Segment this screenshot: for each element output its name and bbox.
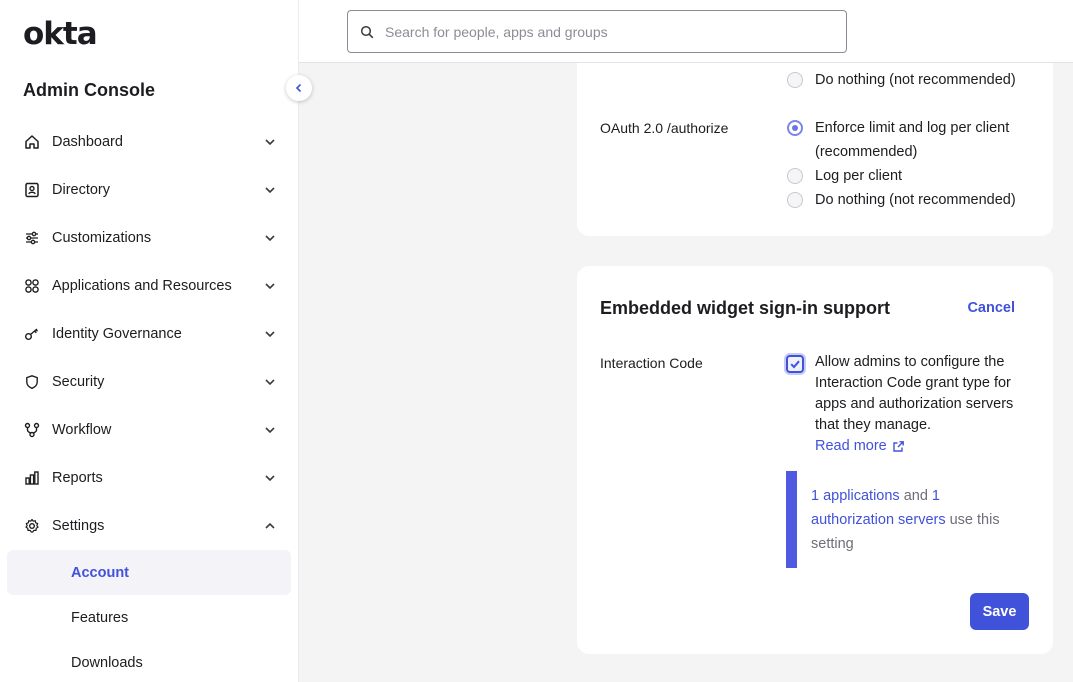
cancel-button[interactable]: Cancel (967, 300, 1015, 316)
chevron-down-icon (263, 471, 277, 485)
oauth-authorize-label: OAuth 2.0 /authorize (600, 120, 729, 136)
sidebar-item-applications[interactable]: Applications and Resources (23, 272, 277, 300)
do-nothing-radio-top[interactable] (787, 72, 803, 88)
checkmark-icon (789, 358, 801, 370)
log-per-client-option: Log per client (815, 168, 903, 184)
sidebar-item-label: Customizations (52, 230, 152, 246)
chevron-down-icon (263, 231, 277, 245)
search-icon (359, 24, 375, 40)
chevron-down-icon (263, 279, 277, 293)
okta-logo[interactable]: okta (23, 16, 98, 52)
console-title: Admin Console (23, 80, 156, 100)
save-button[interactable]: Save (970, 593, 1029, 630)
sidebar-item-reports[interactable]: Reports (23, 464, 277, 492)
info-accent-bar (786, 471, 797, 568)
do-nothing-radio[interactable] (787, 192, 803, 208)
sidebar-item-identity-governance[interactable]: Identity Governance (23, 320, 277, 348)
apps-grid-icon (23, 277, 41, 295)
sidebar-item-label: Settings (52, 518, 105, 534)
sidebar-item-label: Workflow (52, 422, 112, 438)
collapse-sidebar-button[interactable] (286, 75, 312, 101)
sidebar-item-settings[interactable]: Settings (23, 512, 277, 540)
sidebar: okta Admin Console Dashboard Directory C… (0, 0, 299, 682)
read-more-label: Read more (815, 438, 887, 454)
interaction-code-label: Interaction Code (600, 355, 703, 371)
interaction-code-checkbox[interactable] (786, 355, 804, 373)
bar-chart-icon (23, 469, 41, 487)
read-more-link[interactable]: Read more (815, 438, 905, 454)
chevron-down-icon (263, 327, 277, 341)
home-icon (23, 133, 41, 151)
sidebar-item-workflow[interactable]: Workflow (23, 416, 277, 444)
enforce-limit-option: Enforce limit and log per client (recomm… (815, 120, 1010, 160)
search-box[interactable] (347, 10, 847, 53)
chevron-down-icon (263, 183, 277, 197)
chevron-left-icon (293, 82, 305, 94)
directory-icon (23, 181, 41, 199)
sidebar-item-label: Dashboard (52, 134, 123, 150)
embedded-widget-card: Embedded widget sign-in support Cancel I… (577, 266, 1053, 654)
sidebar-subitem-account[interactable]: Account (7, 550, 291, 595)
workflow-icon (23, 421, 41, 439)
sliders-icon (23, 229, 41, 247)
enforce-limit-radio[interactable] (787, 120, 803, 136)
do-nothing-option: Do nothing (not recommended) (815, 192, 1016, 208)
chevron-up-icon (263, 519, 277, 533)
checkbox-description: Allow admins to configure the Interactio… (815, 354, 1014, 433)
sidebar-item-label: Applications and Resources (52, 278, 232, 294)
chevron-down-icon (263, 375, 277, 389)
log-per-client-radio[interactable] (787, 168, 803, 184)
sidebar-item-customizations[interactable]: Customizations (23, 224, 277, 252)
card-title: Embedded widget sign-in support (600, 298, 890, 318)
sidebar-item-directory[interactable]: Directory (23, 176, 277, 204)
shield-icon (23, 373, 41, 391)
sidebar-item-security[interactable]: Security (23, 368, 277, 396)
gear-icon (23, 517, 41, 535)
chevron-down-icon (263, 423, 277, 437)
and-text: and (899, 488, 932, 504)
sidebar-item-label: Directory (52, 182, 111, 198)
do-nothing-option-top: Do nothing (not recommended) (815, 72, 1016, 88)
top-bar (299, 0, 1073, 63)
sidebar-item-label: Identity Governance (52, 326, 182, 342)
sidebar-subitem-downloads[interactable]: Downloads (7, 640, 291, 682)
chevron-down-icon (263, 135, 277, 149)
sidebar-item-label: Security (52, 374, 105, 390)
search-input[interactable] (385, 23, 825, 40)
external-link-icon (892, 440, 905, 453)
sidebar-subitem-features[interactable]: Features (7, 595, 291, 640)
sidebar-item-dashboard[interactable]: Dashboard (23, 128, 277, 156)
sidebar-item-label: Reports (52, 470, 103, 486)
usage-info: 1 applications and 1 authorization serve… (811, 484, 1021, 556)
key-icon (23, 325, 41, 343)
applications-link[interactable]: 1 applications (811, 488, 900, 504)
